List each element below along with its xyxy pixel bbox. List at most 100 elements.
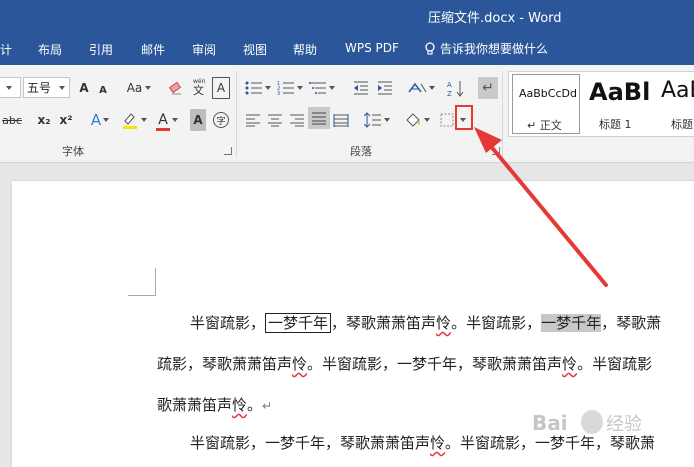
sort-icon: AZ — [447, 81, 464, 97]
enclose-char-icon: 字 — [213, 112, 229, 128]
tab-help[interactable]: 帮助 — [293, 41, 317, 58]
increase-indent-button[interactable] — [376, 77, 394, 99]
tell-me-text: 告诉我你想要做什么 — [440, 42, 549, 56]
font-name-combo[interactable] — [0, 77, 21, 98]
chevron-down-icon — [265, 86, 271, 90]
document-line-3[interactable]: 歌萧萧笛声怜。↵ — [157, 394, 272, 415]
style-name: ↵ 正文 — [527, 119, 562, 132]
tab-wps-pdf[interactable]: WPS PDF — [345, 41, 399, 55]
char-border-button[interactable]: A — [212, 77, 230, 99]
tab-review[interactable]: 审阅 — [192, 41, 216, 58]
numbering-button[interactable]: 123 — [276, 77, 304, 99]
style-name: 标题 1 — [599, 118, 632, 131]
distributed-icon — [333, 114, 349, 127]
document-line-1[interactable]: 半窗疏影， 一梦千年 ，琴歌萧萧笛声怜。半窗疏影，一梦千年，琴歌萧 — [190, 312, 661, 333]
svg-text:经验: 经验 — [606, 414, 642, 435]
multilevel-list-icon — [309, 82, 326, 94]
borders-button[interactable] — [438, 109, 456, 131]
font-size-combo[interactable]: 五号 — [23, 77, 70, 98]
show-marks-button[interactable]: ↵ — [478, 77, 498, 99]
line-spacing-icon — [364, 112, 381, 128]
tab-layout[interactable]: 布局 — [38, 41, 62, 58]
distributed-button[interactable] — [332, 109, 350, 131]
chevron-down-icon — [59, 85, 66, 90]
chevron-down-icon — [6, 85, 12, 90]
align-right-button[interactable] — [288, 109, 306, 131]
chevron-down-icon — [424, 118, 430, 122]
justify-icon — [312, 112, 326, 125]
phonetic-guide-button[interactable]: wén 文 — [190, 75, 208, 97]
text-effects-button[interactable]: A — [88, 109, 112, 131]
eraser-icon — [168, 81, 182, 95]
chevron-down-icon — [384, 118, 390, 122]
bullets-icon — [245, 81, 262, 95]
group-separator — [502, 71, 503, 157]
highlight-box — [455, 105, 473, 130]
strikethrough-button[interactable]: abc — [0, 109, 30, 131]
style-heading[interactable]: AaB 标题 — [657, 74, 694, 134]
chinese-layout-icon — [408, 82, 427, 93]
document-line-2[interactable]: 疏影，琴歌萧萧笛声怜。半窗疏影，一梦千年，琴歌萧萧笛声怜。半窗疏影 — [157, 353, 652, 374]
subscript-button[interactable]: x₂ — [36, 109, 52, 131]
ribbon-tabs: 计 布局 引用 邮件 审阅 视图 帮助 WPS PDF 告诉我你想要做什么 — [0, 33, 694, 65]
svg-text:3: 3 — [277, 91, 280, 96]
tab-references[interactable]: 引用 — [89, 41, 113, 58]
grow-font-button[interactable]: A — [76, 77, 92, 99]
char-shading-button[interactable]: A — [190, 109, 206, 131]
chevron-down-icon — [145, 86, 152, 90]
paragraph-mark-icon: ↵ — [482, 80, 494, 96]
group-separator — [236, 71, 237, 157]
svg-text:Bai: Bai — [532, 411, 568, 435]
chinese-layout-button[interactable] — [406, 77, 436, 99]
justify-button[interactable] — [308, 107, 330, 129]
tab-design[interactable]: 计 — [0, 41, 12, 58]
style-sample: AaB — [661, 78, 694, 103]
sort-button[interactable]: AZ — [446, 77, 466, 99]
borders-icon — [440, 113, 454, 127]
font-group-label: 字体 — [62, 145, 84, 158]
style-name: 标题 — [671, 118, 693, 131]
paint-bucket-icon — [406, 113, 420, 127]
font-color-swatch — [156, 128, 170, 131]
enclose-char-button[interactable]: 字 — [212, 109, 230, 131]
paragraph-group-label: 段落 — [350, 145, 372, 158]
tab-view[interactable]: 视图 — [243, 41, 267, 58]
font-color-button[interactable]: A — [154, 109, 182, 131]
paragraph-mark-icon: ↵ — [262, 399, 273, 413]
margin-corner-mark — [128, 295, 156, 296]
align-center-icon — [268, 114, 282, 127]
title-bar: 压缩文件.docx - Word — [0, 0, 694, 33]
tell-me-search[interactable]: 告诉我你想要做什么 — [424, 40, 548, 57]
decrease-indent-button[interactable] — [352, 77, 370, 99]
chevron-down-icon — [141, 118, 147, 122]
chevron-down-icon — [329, 86, 335, 90]
margin-corner-mark — [155, 268, 156, 295]
tab-mailings[interactable]: 邮件 — [141, 41, 165, 58]
chevron-down-icon — [103, 118, 110, 122]
align-left-button[interactable] — [244, 109, 262, 131]
shrink-font-button[interactable]: A — [96, 79, 110, 101]
style-sample: AaBbCcDd — [519, 87, 577, 100]
styles-gallery: AaBbCcDd ↵ 正文 AaBl 标题 1 AaB 标题 — [508, 71, 694, 137]
highlight-button[interactable] — [120, 109, 148, 131]
chevron-down-icon — [171, 118, 178, 122]
svg-text:文: 文 — [193, 83, 204, 96]
font-dialog-launcher-icon[interactable] — [224, 147, 232, 155]
multilevel-list-button[interactable] — [308, 77, 336, 99]
bullets-button[interactable] — [244, 77, 272, 99]
shading-button[interactable] — [402, 109, 432, 131]
superscript-button[interactable]: x² — [58, 109, 74, 131]
style-heading-1[interactable]: AaBl 标题 1 — [585, 74, 653, 134]
line-spacing-button[interactable] — [362, 109, 392, 131]
chevron-down-icon — [297, 86, 303, 90]
change-case-button[interactable]: Aa — [124, 77, 154, 99]
style-sample: AaBl — [589, 78, 651, 106]
align-center-button[interactable] — [266, 109, 284, 131]
paragraph-dialog-launcher-icon[interactable] — [492, 147, 500, 155]
style-normal[interactable]: AaBbCcDd ↵ 正文 — [512, 74, 580, 134]
decrease-indent-icon — [354, 81, 368, 95]
watermark-logo: Bai 经验 — [530, 400, 660, 448]
numbering-icon: 123 — [277, 81, 294, 96]
clear-format-button[interactable] — [168, 77, 184, 99]
increase-indent-icon — [378, 81, 392, 95]
